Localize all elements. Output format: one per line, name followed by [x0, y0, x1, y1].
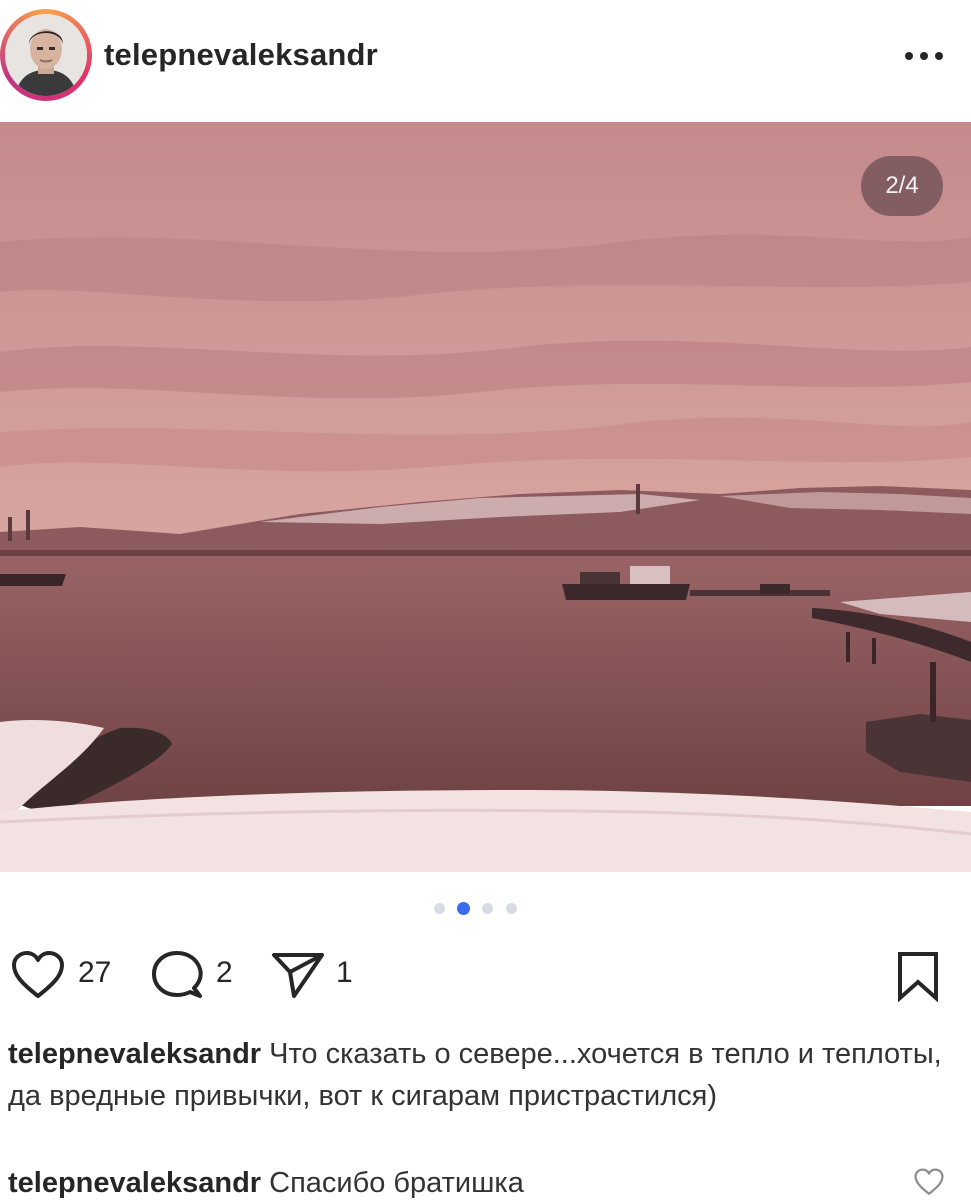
comment-text: Спасибо братишка: [269, 1167, 524, 1199]
bookmark-icon[interactable]: [894, 950, 942, 1007]
heart-icon[interactable]: [10, 950, 66, 1005]
comment-heart-icon[interactable]: [913, 1168, 945, 1201]
post-header: telepnevaleksandr: [0, 0, 971, 118]
post-photo[interactable]: [0, 122, 971, 872]
story-ring[interactable]: [0, 9, 92, 101]
comment-bubble-icon[interactable]: [150, 950, 204, 1007]
paper-plane-icon[interactable]: [270, 950, 326, 1005]
comment-username[interactable]: telepnevaleksandr: [8, 1167, 261, 1199]
more-horizontal-icon[interactable]: [901, 48, 947, 64]
comments-count[interactable]: 2: [216, 956, 233, 990]
carousel-dot[interactable]: [482, 903, 493, 914]
avatar[interactable]: [5, 14, 87, 96]
comment-row: telepnevaleksandr Спасибо братишка: [8, 1162, 908, 1204]
carousel-dot[interactable]: [434, 903, 445, 914]
action-bar: 27 2 1: [0, 942, 971, 1006]
caption-username[interactable]: telepnevaleksandr: [8, 1038, 261, 1070]
likes-count[interactable]: 27: [78, 956, 111, 990]
shares-count[interactable]: 1: [336, 956, 353, 990]
carousel-dot[interactable]: [506, 903, 517, 914]
carousel-dots[interactable]: [432, 900, 532, 916]
post-caption: telepnevaleksandr Что сказать о севере..…: [8, 1033, 953, 1117]
post-username[interactable]: telepnevaleksandr: [104, 37, 378, 73]
carousel-dot-active[interactable]: [457, 902, 470, 915]
carousel-counter: 2/4: [861, 156, 943, 216]
